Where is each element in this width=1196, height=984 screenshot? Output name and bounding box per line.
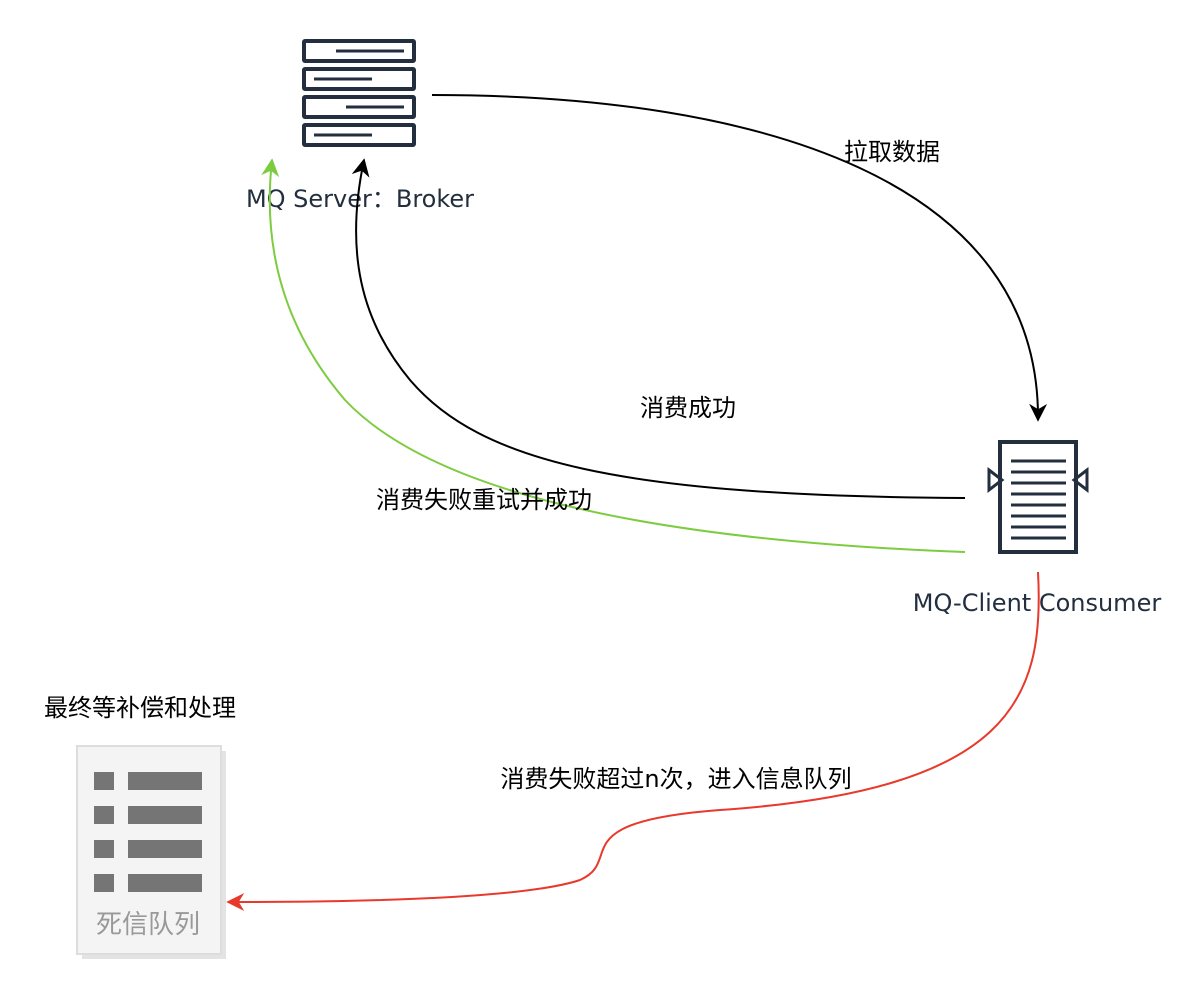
compensation-note: 最终等补偿和处理 [44,694,236,722]
edge-label-consume-success: 消费成功 [640,394,736,422]
edge-pull-data [431,94,1048,422]
edge-label-to-dlq: 消费失败超过n次，进入信息队列 [500,765,851,793]
consumer-label: MQ-Client Consumer [913,589,1162,617]
edge-label-pull: 拉取数据 [844,138,940,166]
dlq-label: 死信队列 [96,910,200,940]
server-rack-icon [302,39,416,147]
edge-retry-success [261,158,966,553]
diagram-canvas: MQ Server：Broker MQ-Client Consumer 死信队列 [44,39,1162,959]
edge-to-dlq [226,571,1040,911]
edge-label-retry-success: 消费失败重试并成功 [376,486,592,514]
server-label: MQ Server：Broker [246,185,474,213]
queue-document-icon [987,440,1089,554]
